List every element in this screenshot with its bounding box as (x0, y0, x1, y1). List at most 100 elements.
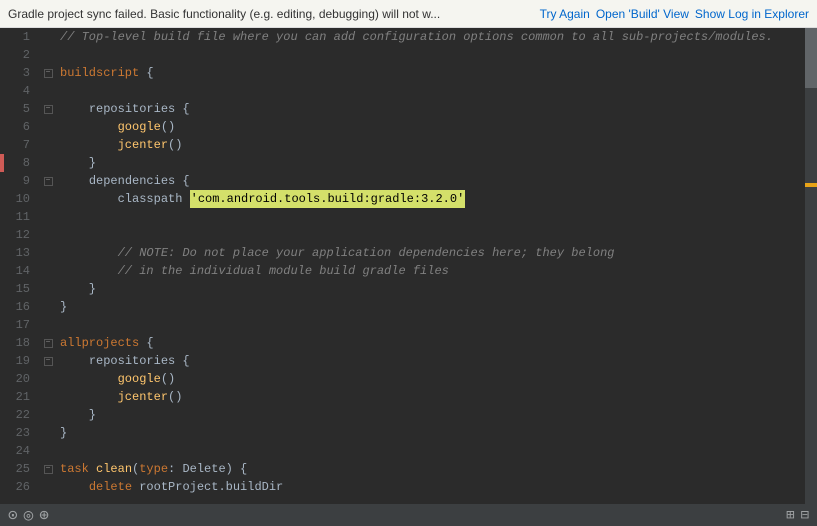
fold-cell-23 (40, 424, 56, 442)
fold-cell-7 (40, 136, 56, 154)
fold-button-18[interactable]: − (44, 339, 53, 348)
code-segment: { (175, 100, 189, 118)
line-number-22: 22 (4, 406, 34, 424)
code-segment (60, 118, 118, 136)
line-number-21: 21 (4, 388, 34, 406)
code-content: // Top-level build file where you can ad… (56, 28, 805, 526)
fold-cell-11 (40, 208, 56, 226)
fold-cell-18[interactable]: − (40, 334, 56, 352)
line-number-5: 5 (4, 100, 34, 118)
code-segment (60, 100, 89, 118)
fold-cell-2 (40, 46, 56, 64)
code-line-11 (56, 208, 805, 226)
code-segment (60, 190, 118, 208)
code-segment (60, 388, 118, 406)
notification-message: Gradle project sync failed. Basic functi… (8, 7, 534, 21)
fold-cell-20 (40, 370, 56, 388)
fold-cell-21 (40, 388, 56, 406)
fold-cell-9[interactable]: − (40, 172, 56, 190)
show-log-link[interactable]: Show Log in Explorer (695, 7, 809, 21)
line-number-18: 18 (4, 334, 34, 352)
line-number-26: 26 (4, 478, 34, 496)
code-segment: () (168, 136, 182, 154)
code-line-6: google() (56, 118, 805, 136)
left-error-gutter (0, 28, 4, 526)
fold-cell-8 (40, 154, 56, 172)
fold-cell-4 (40, 82, 56, 100)
code-line-18: allprojects { (56, 334, 805, 352)
fold-cell-5[interactable]: − (40, 100, 56, 118)
code-segment (60, 172, 89, 190)
code-segment: dependencies (89, 172, 175, 190)
fold-button-9[interactable]: − (44, 177, 53, 186)
scrollbar-thumb[interactable] (805, 28, 817, 88)
code-segment: google (118, 370, 161, 388)
line-numbers: 1234567891011121314151617181920212223242… (4, 28, 40, 526)
right-scrollbar[interactable] (805, 28, 817, 526)
line-number-20: 20 (4, 370, 34, 388)
code-segment (60, 370, 118, 388)
code-line-17 (56, 316, 805, 334)
code-segment: google (118, 118, 161, 136)
line-number-6: 6 (4, 118, 34, 136)
fold-cell-26 (40, 478, 56, 496)
code-segment: () (168, 388, 182, 406)
fold-cell-25[interactable]: − (40, 460, 56, 478)
status-icon-4: ⊞ (786, 507, 794, 524)
fold-button-3[interactable]: − (44, 69, 53, 78)
fold-cell-22 (40, 406, 56, 424)
scroll-marker-mid (805, 183, 817, 187)
status-bar-bottom: ⊙ ◎ ⊕ ⊞ ⊟ (0, 504, 817, 526)
error-indicator (0, 154, 4, 172)
status-icon-1: ⊙ (8, 505, 18, 525)
fold-cell-12 (40, 226, 56, 244)
fold-button-25[interactable]: − (44, 465, 53, 474)
code-line-23: } (56, 424, 805, 442)
code-segment: task (60, 460, 89, 478)
code-segment: type (139, 460, 168, 478)
line-number-17: 17 (4, 316, 34, 334)
code-segment: jcenter (118, 388, 168, 406)
line-number-24: 24 (4, 442, 34, 460)
code-segment: clean (96, 460, 132, 478)
code-segment: classpath (118, 190, 183, 208)
code-segment: { (175, 172, 189, 190)
status-icon-2: ◎ (24, 505, 34, 525)
code-segment: } (60, 406, 96, 424)
fold-cell-19[interactable]: − (40, 352, 56, 370)
line-number-25: 25 (4, 460, 34, 478)
status-icon-3: ⊕ (39, 505, 49, 525)
code-line-24 (56, 442, 805, 460)
fold-button-19[interactable]: − (44, 357, 53, 366)
code-line-4 (56, 82, 805, 100)
code-line-2 (56, 46, 805, 64)
code-line-25: task clean(type: Delete) { (56, 460, 805, 478)
code-line-26: delete rootProject.buildDir (56, 478, 805, 496)
code-segment: jcenter (118, 136, 168, 154)
code-segment: } (60, 154, 96, 172)
code-segment (60, 136, 118, 154)
code-segment: 'com.android.tools.build:gradle:3.2.0' (190, 190, 466, 208)
line-number-10: 10 (4, 190, 34, 208)
fold-cell-14 (40, 262, 56, 280)
code-segment (89, 460, 96, 478)
fold-cell-3[interactable]: − (40, 64, 56, 82)
fold-button-5[interactable]: − (44, 105, 53, 114)
line-number-14: 14 (4, 262, 34, 280)
try-again-link[interactable]: Try Again (540, 7, 590, 21)
line-number-15: 15 (4, 280, 34, 298)
open-build-link[interactable]: Open 'Build' View (596, 7, 689, 21)
code-segment: () (161, 118, 175, 136)
fold-cell-15 (40, 280, 56, 298)
line-number-19: 19 (4, 352, 34, 370)
code-segment: allprojects (60, 334, 139, 352)
code-line-14: // in the individual module build gradle… (56, 262, 805, 280)
code-line-20: google() (56, 370, 805, 388)
code-segment: } (60, 424, 67, 442)
fold-cell-16 (40, 298, 56, 316)
fold-cell-10 (40, 190, 56, 208)
fold-gutter: − − − − − − (40, 28, 56, 526)
line-number-7: 7 (4, 136, 34, 154)
code-line-21: jcenter() (56, 388, 805, 406)
fold-cell-1 (40, 28, 56, 46)
